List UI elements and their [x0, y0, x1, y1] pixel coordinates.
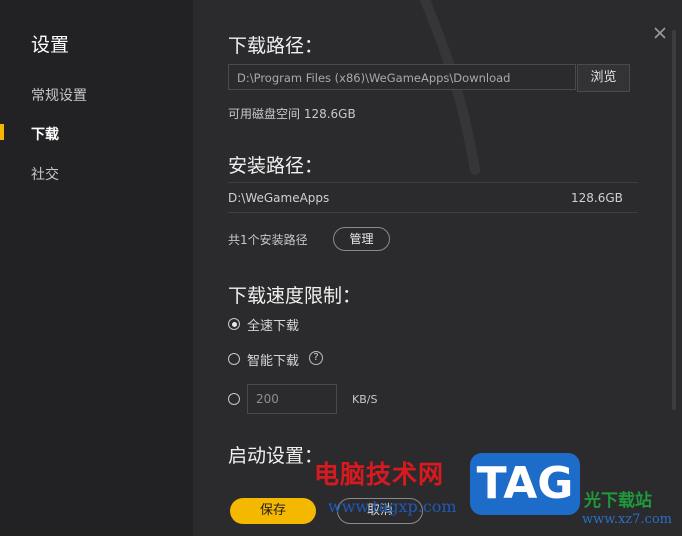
- help-icon[interactable]: ?: [309, 351, 323, 365]
- speed-unit: KB/S: [352, 393, 378, 406]
- active-indicator: [0, 124, 4, 140]
- browse-button[interactable]: 浏览: [577, 64, 630, 92]
- close-icon[interactable]: [653, 26, 667, 40]
- watermark-right-text: 光下载站: [584, 491, 652, 511]
- sidebar-item-general[interactable]: 常规设置: [31, 85, 87, 105]
- startup-title: 启动设置：: [228, 445, 324, 467]
- smart-download-label[interactable]: 智能下载: [247, 350, 299, 369]
- free-space-text: 可用磁盘空间 128.6GB: [228, 107, 356, 121]
- download-path-title: 下载路径：: [228, 35, 324, 57]
- install-path-size: 128.6GB: [571, 191, 623, 205]
- custom-speed-radio[interactable]: [228, 393, 240, 405]
- speed-limit-input[interactable]: [247, 384, 337, 414]
- install-path-title: 安装路径：: [228, 155, 324, 177]
- divider: [228, 182, 638, 183]
- manage-button[interactable]: 管理: [333, 227, 390, 251]
- sidebar-item-social[interactable]: 社交: [31, 164, 59, 184]
- speed-limit-title: 下载速度限制：: [228, 285, 362, 307]
- watermark-url: www.tagxp.com: [328, 497, 457, 516]
- save-button[interactable]: 保存: [230, 498, 316, 524]
- watermark-right-url: www.xz7.com: [582, 512, 672, 527]
- settings-sidebar: 设置 常规设置 下载 社交: [0, 0, 193, 536]
- scrollbar[interactable]: [672, 30, 676, 410]
- sidebar-item-download[interactable]: 下载: [31, 124, 59, 144]
- full-speed-radio[interactable]: [228, 318, 240, 330]
- watermark-tag-logo: TAG: [470, 453, 580, 515]
- install-path-count: 共1个安装路径: [228, 233, 308, 247]
- settings-title: 设置: [31, 34, 70, 56]
- decorative-swoosh-icon: [420, 0, 480, 175]
- install-path-value: D:\WeGameApps: [228, 191, 330, 205]
- smart-download-radio[interactable]: [228, 353, 240, 365]
- full-speed-label[interactable]: 全速下载: [247, 315, 299, 334]
- divider: [228, 212, 638, 213]
- download-path-field[interactable]: D:\Program Files (x86)\WeGameApps\Downlo…: [228, 64, 576, 90]
- watermark-text: 电脑技术网: [314, 460, 445, 489]
